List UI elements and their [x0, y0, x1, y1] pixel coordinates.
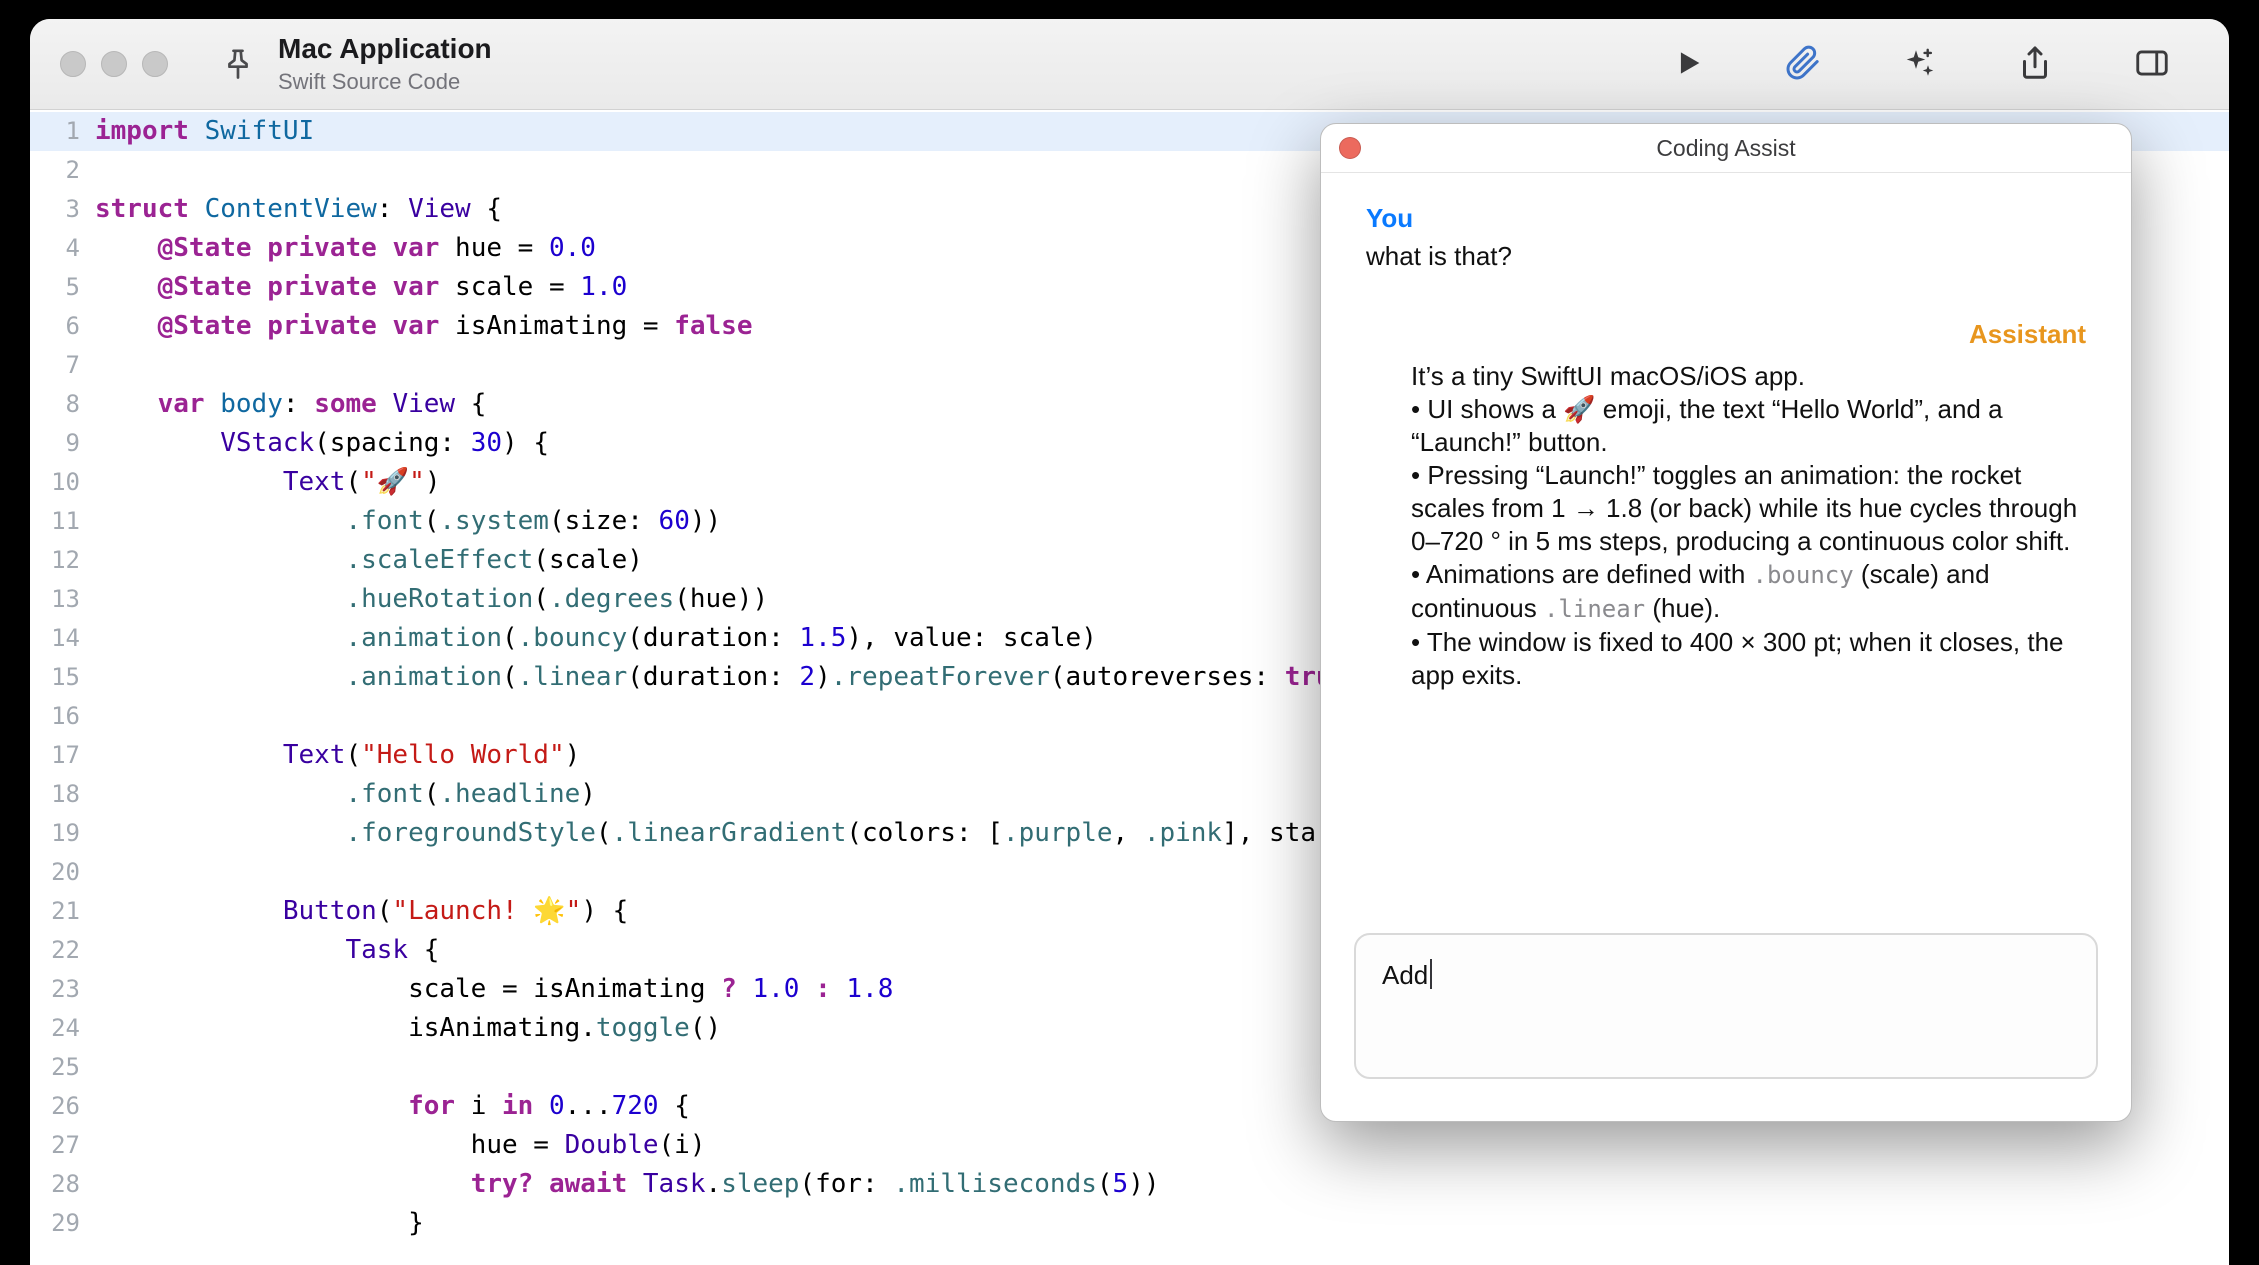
line-number: 6 — [30, 307, 80, 346]
code-text: .font(.headline) — [80, 775, 596, 814]
code-text: Text("🚀") — [80, 463, 440, 502]
line-number: 22 — [30, 931, 80, 970]
code-text: @State private var isAnimating = false — [80, 307, 753, 346]
window-titlebar: Mac Application Swift Source Code — [30, 19, 2229, 110]
code-text: @State private var hue = 0.0 — [80, 229, 596, 268]
line-number: 18 — [30, 775, 80, 814]
minimize-button[interactable] — [101, 51, 127, 77]
zoom-button[interactable] — [142, 51, 168, 77]
line-number: 13 — [30, 580, 80, 619]
code-text: Text("Hello World") — [80, 736, 580, 775]
pin-icon[interactable] — [220, 46, 256, 82]
panel-close-button[interactable] — [1339, 137, 1361, 159]
line-number: 5 — [30, 268, 80, 307]
line-number: 15 — [30, 658, 80, 697]
line-number: 8 — [30, 385, 80, 424]
user-message: what is that? — [1366, 240, 2086, 273]
line-number: 16 — [30, 697, 80, 736]
sidebar-toggle-button[interactable] — [2133, 44, 2171, 85]
screen: Mac Application Swift Source Code — [0, 0, 2259, 1265]
line-number: 26 — [30, 1087, 80, 1126]
sparkles-icon — [1901, 45, 1937, 84]
line-number: 9 — [30, 424, 80, 463]
code-text: @State private var scale = 1.0 — [80, 268, 627, 307]
line-number: 24 — [30, 1009, 80, 1048]
coding-assist-panel: Coding Assist You what is that? Assistan… — [1320, 123, 2132, 1122]
code-line[interactable]: 28 try? await Task.sleep(for: .milliseco… — [30, 1165, 2229, 1204]
chat-input-value: Add — [1382, 960, 1428, 990]
line-number: 3 — [30, 190, 80, 229]
line-number: 25 — [30, 1048, 80, 1087]
toolbar-actions — [1671, 44, 2171, 85]
assistant-paragraph: • UI shows a 🚀 emoji, the text “Hello Wo… — [1411, 393, 2086, 459]
line-number: 14 — [30, 619, 80, 658]
code-text: scale = isAnimating ? 1.0 : 1.8 — [80, 970, 893, 1009]
code-text: var body: some View { — [80, 385, 486, 424]
panel-title: Coding Assist — [1656, 135, 1795, 162]
line-number: 17 — [30, 736, 80, 775]
line-number: 23 — [30, 970, 80, 1009]
user-label: You — [1366, 203, 2086, 234]
line-number: 11 — [30, 502, 80, 541]
code-text: for i in 0...720 { — [80, 1087, 690, 1126]
window-title: Mac Application — [278, 33, 492, 65]
ai-assist-button[interactable] — [1901, 45, 1937, 84]
share-button[interactable] — [2017, 45, 2053, 84]
line-number: 12 — [30, 541, 80, 580]
code-text: try? await Task.sleep(for: .milliseconds… — [80, 1165, 1160, 1204]
line-number: 28 — [30, 1165, 80, 1204]
line-number: 27 — [30, 1126, 80, 1165]
code-text: import SwiftUI — [80, 112, 314, 151]
code-text — [80, 151, 95, 190]
window-subtitle: Swift Source Code — [278, 69, 492, 95]
code-text — [80, 697, 95, 736]
panel-header: Coding Assist — [1321, 124, 2131, 173]
line-number: 21 — [30, 892, 80, 931]
code-text: .hueRotation(.degrees(hue)) — [80, 580, 768, 619]
close-button[interactable] — [60, 51, 86, 77]
assistant-paragraph: It’s a tiny SwiftUI macOS/iOS app. — [1411, 360, 2086, 393]
line-number: 19 — [30, 814, 80, 853]
line-number: 1 — [30, 112, 80, 151]
assistant-paragraph: • The window is fixed to 400 × 300 pt; w… — [1411, 626, 2086, 692]
paperclip-icon — [1785, 45, 1821, 84]
assistant-paragraph: • Animations are defined with .bouncy (s… — [1411, 558, 2086, 626]
code-text — [80, 346, 95, 385]
title-block: Mac Application Swift Source Code — [278, 33, 492, 95]
run-button[interactable] — [1671, 46, 1705, 83]
chat-input[interactable]: Add — [1354, 933, 2098, 1079]
text-caret — [1430, 959, 1432, 989]
code-text: isAnimating.toggle() — [80, 1009, 721, 1048]
line-number: 29 — [30, 1204, 80, 1243]
assistant-label: Assistant — [1366, 319, 2086, 350]
sidebar-panel-icon — [2133, 44, 2171, 85]
assistant-message: It’s a tiny SwiftUI macOS/iOS app.• UI s… — [1411, 360, 2086, 692]
play-icon — [1671, 46, 1705, 83]
code-text: .font(.system(size: 60)) — [80, 502, 721, 541]
line-number: 2 — [30, 151, 80, 190]
code-text: .scaleEffect(scale) — [80, 541, 643, 580]
code-text: struct ContentView: View { — [80, 190, 502, 229]
code-text: } — [80, 1204, 424, 1243]
assistant-paragraph: • Pressing “Launch!” toggles an animatio… — [1411, 459, 2086, 558]
window-controls — [60, 51, 168, 77]
code-text: .animation(.bouncy(duration: 1.5), value… — [80, 619, 1097, 658]
code-text: Button("Launch! 🌟") { — [80, 892, 628, 931]
code-line[interactable]: 27 hue = Double(i) — [30, 1126, 2229, 1165]
code-text: hue = Double(i) — [80, 1126, 706, 1165]
line-number: 7 — [30, 346, 80, 385]
share-icon — [2017, 45, 2053, 84]
code-text — [80, 1048, 95, 1087]
code-text: Task { — [80, 931, 439, 970]
line-number: 20 — [30, 853, 80, 892]
code-text — [80, 853, 95, 892]
line-number: 4 — [30, 229, 80, 268]
chat-area: You what is that? Assistant It’s a tiny … — [1321, 173, 2131, 692]
attach-button[interactable] — [1785, 45, 1821, 84]
code-line[interactable]: 29 } — [30, 1204, 2229, 1243]
code-text: VStack(spacing: 30) { — [80, 424, 549, 463]
line-number: 10 — [30, 463, 80, 502]
